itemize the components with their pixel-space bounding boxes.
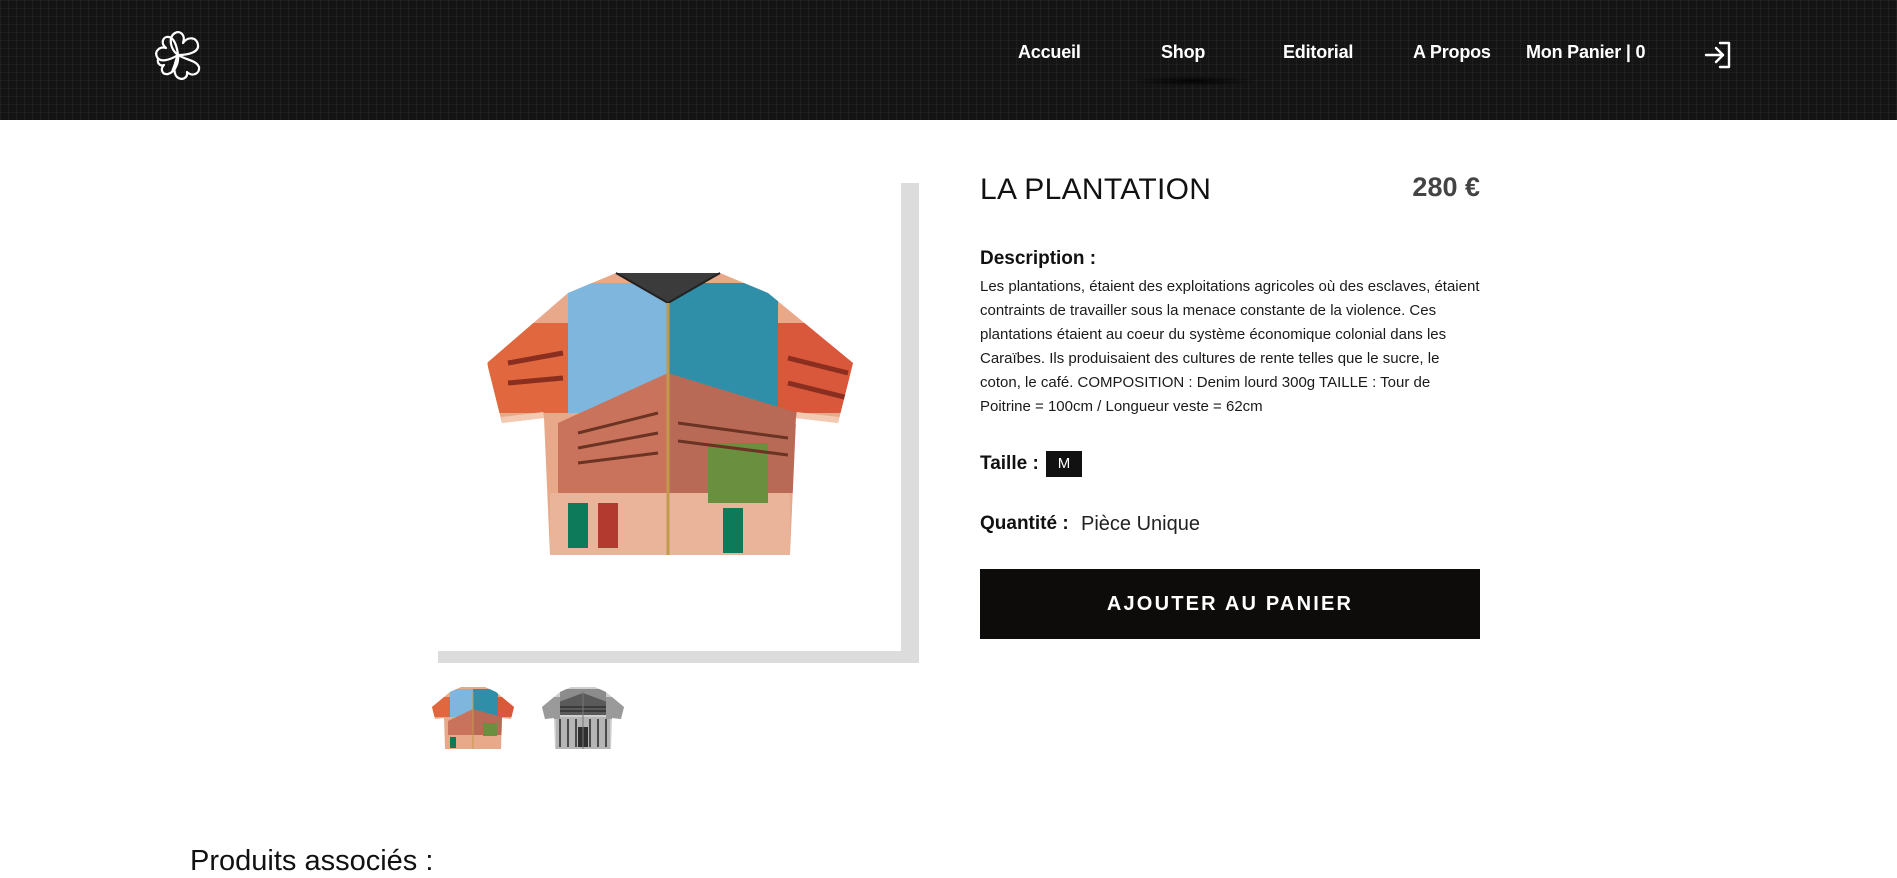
add-to-cart-button[interactable]: AJOUTER AU PANIER <box>980 569 1480 639</box>
related-products-title: Produits associés : <box>190 845 434 877</box>
product-image-frame <box>438 182 919 663</box>
quantity-label: Quantité : <box>980 513 1069 534</box>
product-title: LA PLANTATION <box>980 173 1212 206</box>
nav-about[interactable]: A Propos <box>1413 42 1491 63</box>
product-main-image[interactable] <box>468 263 868 563</box>
sign-in-arrow-icon[interactable] <box>1703 40 1733 70</box>
nav-cart[interactable]: Mon Panier | 0 <box>1526 42 1645 63</box>
size-option-m[interactable]: M <box>1046 451 1082 477</box>
product-thumbnail-color[interactable] <box>428 683 518 753</box>
description-label: Description : <box>980 248 1097 269</box>
product-description: Les plantations, étaient des exploitatio… <box>980 278 1480 415</box>
product-thumbnail-grayscale[interactable] <box>538 683 628 753</box>
nav-editorial[interactable]: Editorial <box>1283 42 1353 63</box>
four-petal-flower-logo-icon[interactable] <box>150 27 206 83</box>
nav-active-indicator <box>1128 76 1258 86</box>
site-header: Accueil Shop Editorial A Propos Mon Pani… <box>0 0 1897 120</box>
nav-shop[interactable]: Shop <box>1161 42 1205 63</box>
product-price: 280 € <box>1412 172 1480 202</box>
nav-home[interactable]: Accueil <box>1018 42 1081 63</box>
quantity-value: Pièce Unique <box>1081 513 1200 535</box>
size-label: Taille : <box>980 453 1039 474</box>
